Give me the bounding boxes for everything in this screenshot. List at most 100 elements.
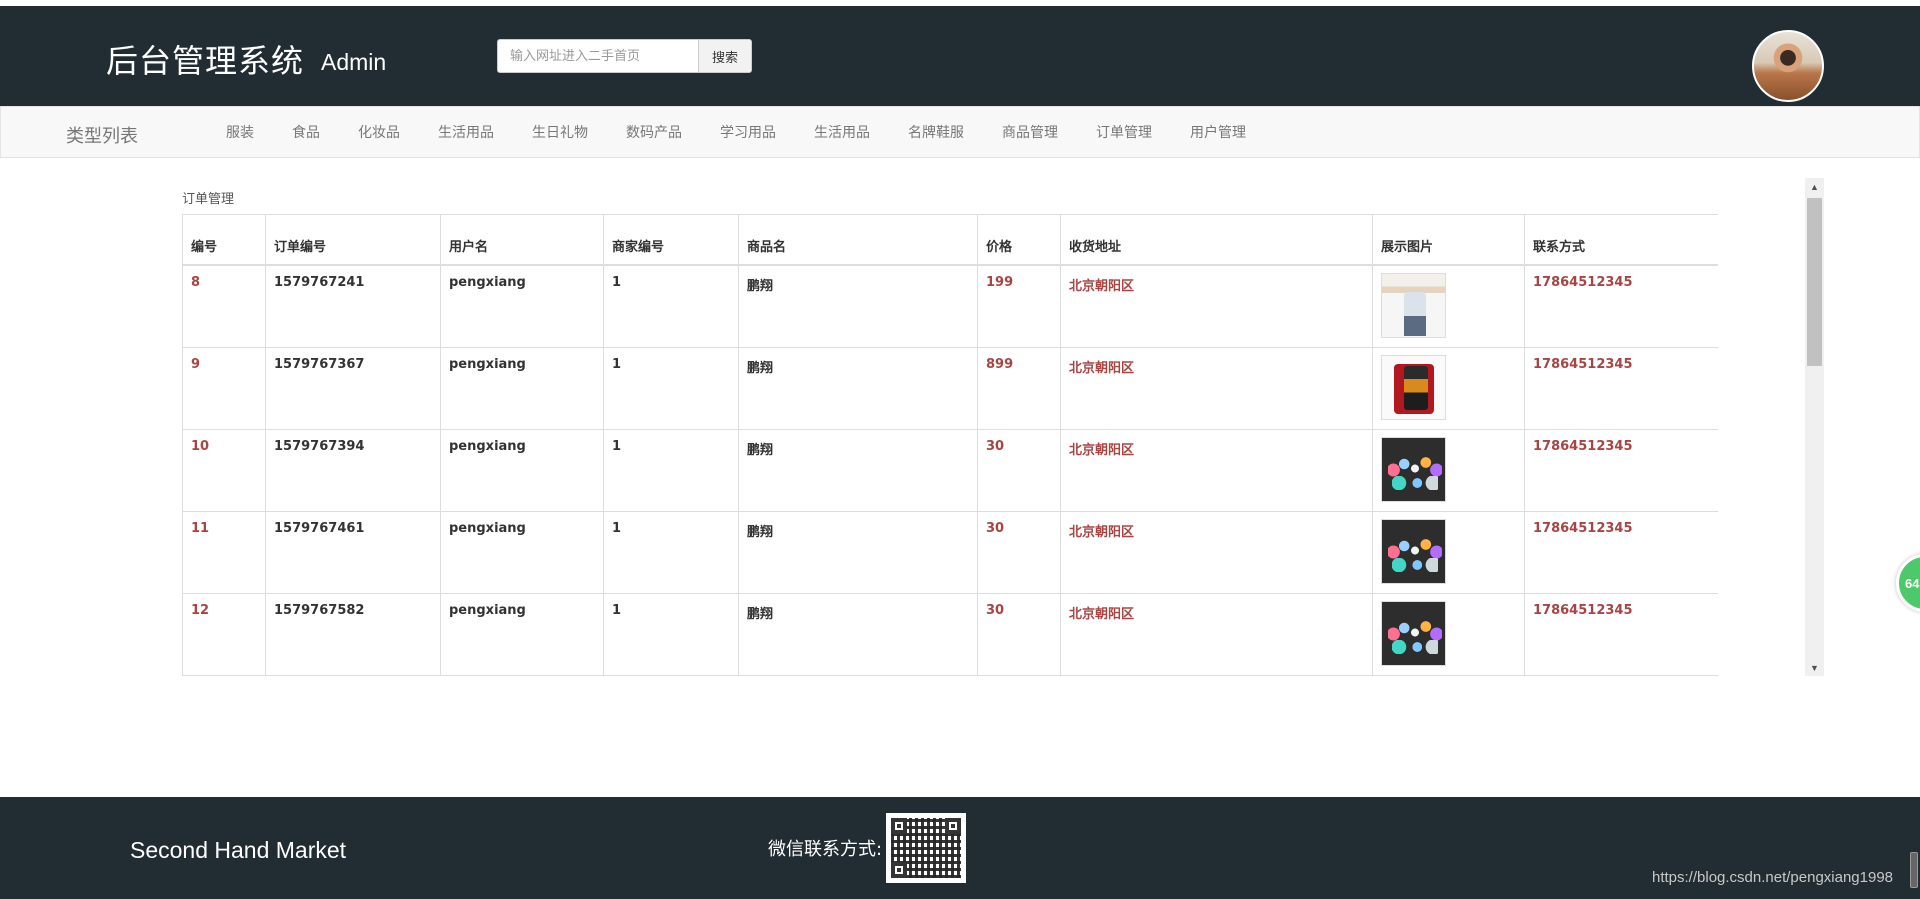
orders-table: 编号 订单编号 用户名 商家编号 商品名 价格 收货地址 展示图片 联系方式 8… bbox=[182, 214, 1718, 676]
column-header: 收货地址 bbox=[1060, 214, 1373, 266]
nav-item-daily-goods-2[interactable]: 生活用品 bbox=[795, 122, 889, 142]
site-subtitle: Admin bbox=[321, 49, 387, 75]
cell-address: 北京朝阳区 bbox=[1060, 264, 1373, 348]
nav-item-product-management[interactable]: 商品管理 bbox=[983, 122, 1077, 142]
cell-username: pengxiang bbox=[440, 592, 604, 676]
nav-item-daily-goods[interactable]: 生活用品 bbox=[419, 122, 513, 142]
cell-merchant-no: 1 bbox=[603, 510, 739, 594]
cell-contact: 17864512345 bbox=[1524, 346, 1718, 430]
search-button[interactable]: 搜索 bbox=[698, 40, 751, 72]
cell-contact: 17864512345 bbox=[1524, 510, 1718, 594]
cell-merchant-no: 1 bbox=[603, 592, 739, 676]
category-nav: 类型列表 服装 食品 化妆品 生活用品 生日礼物 数码产品 学习用品 生活用品 … bbox=[0, 106, 1920, 158]
column-header: 订单编号 bbox=[265, 214, 441, 266]
table-header-row: 编号 订单编号 用户名 商家编号 商品名 价格 收货地址 展示图片 联系方式 bbox=[182, 214, 1718, 266]
cell-image bbox=[1372, 510, 1525, 594]
table-row: 8 1579767241 pengxiang 1 鹏翔 199 北京朝阳区 17… bbox=[182, 264, 1718, 348]
cell-merchant-no: 1 bbox=[603, 428, 739, 512]
cell-address: 北京朝阳区 bbox=[1060, 510, 1373, 594]
nav-item-user-management[interactable]: 用户管理 bbox=[1171, 122, 1265, 142]
wechat-qr-code bbox=[886, 813, 966, 883]
column-header: 展示图片 bbox=[1372, 214, 1525, 266]
cell-image bbox=[1372, 592, 1525, 676]
footer-brand: Second Hand Market bbox=[130, 837, 347, 863]
cell-image bbox=[1372, 264, 1525, 348]
top-header: 后台管理系统 Admin 搜索 bbox=[0, 6, 1920, 106]
nav-item-digital[interactable]: 数码产品 bbox=[607, 122, 701, 142]
cell-price: 30 bbox=[977, 510, 1061, 594]
cell-id: 11 bbox=[182, 510, 266, 594]
column-header: 价格 bbox=[977, 214, 1061, 266]
nav-item-food[interactable]: 食品 bbox=[273, 122, 339, 142]
cell-address: 北京朝阳区 bbox=[1060, 428, 1373, 512]
cell-username: pengxiang bbox=[440, 510, 604, 594]
wechat-label: 微信联系方式: bbox=[768, 839, 883, 860]
table-row: 11 1579767461 pengxiang 1 鹏翔 30 北京朝阳区 17… bbox=[182, 510, 1718, 594]
cell-price: 899 bbox=[977, 346, 1061, 430]
column-header: 商品名 bbox=[738, 214, 978, 266]
column-header: 用户名 bbox=[440, 214, 604, 266]
cell-order-no: 1579767582 bbox=[265, 592, 441, 676]
product-image bbox=[1381, 600, 1446, 666]
product-image bbox=[1381, 436, 1446, 502]
cell-product: 鹏翔 bbox=[738, 428, 978, 512]
cell-price: 30 bbox=[977, 592, 1061, 676]
cell-product: 鹏翔 bbox=[738, 592, 978, 676]
cell-id: 9 bbox=[182, 346, 266, 430]
table-row: 12 1579767582 pengxiang 1 鹏翔 30 北京朝阳区 17… bbox=[182, 592, 1718, 676]
floating-badge[interactable]: 64 bbox=[1896, 554, 1920, 612]
resize-handle[interactable] bbox=[1910, 852, 1918, 888]
cell-username: pengxiang bbox=[440, 264, 604, 348]
nav-item-cosmetics[interactable]: 化妆品 bbox=[339, 122, 419, 142]
product-image bbox=[1381, 272, 1446, 338]
cell-merchant-no: 1 bbox=[603, 264, 739, 348]
cell-order-no: 1579767394 bbox=[265, 428, 441, 512]
column-header: 商家编号 bbox=[603, 214, 739, 266]
cell-address: 北京朝阳区 bbox=[1060, 592, 1373, 676]
section-title: 订单管理 bbox=[182, 192, 235, 207]
cell-product: 鹏翔 bbox=[738, 510, 978, 594]
column-header: 联系方式 bbox=[1524, 214, 1718, 266]
nav-item-order-management[interactable]: 订单管理 bbox=[1077, 122, 1171, 142]
orders-table-scroll-area[interactable]: 编号 订单编号 用户名 商家编号 商品名 价格 收货地址 展示图片 联系方式 8… bbox=[182, 214, 1718, 676]
scroll-up-arrow-icon[interactable]: ▲ bbox=[1805, 178, 1824, 195]
cell-price: 30 bbox=[977, 428, 1061, 512]
cell-price: 199 bbox=[977, 264, 1061, 348]
footer: Second Hand Market 微信联系方式: bbox=[0, 797, 1920, 899]
cell-username: pengxiang bbox=[440, 346, 604, 430]
cell-id: 10 bbox=[182, 428, 266, 512]
nav-item-birthday-gifts[interactable]: 生日礼物 bbox=[513, 122, 607, 142]
qr-finder-icon bbox=[891, 818, 907, 834]
nav-item-clothing[interactable]: 服装 bbox=[207, 122, 273, 142]
scrollbar-thumb[interactable] bbox=[1807, 198, 1822, 366]
cell-order-no: 1579767241 bbox=[265, 264, 441, 348]
qr-finder-icon bbox=[891, 862, 907, 878]
cell-image bbox=[1372, 428, 1525, 512]
nav-item-brand-apparel[interactable]: 名牌鞋服 bbox=[889, 122, 983, 142]
table-row: 9 1579767367 pengxiang 1 鹏翔 899 北京朝阳区 17… bbox=[182, 346, 1718, 430]
cell-order-no: 1579767367 bbox=[265, 346, 441, 430]
scroll-down-arrow-icon[interactable]: ▼ bbox=[1805, 659, 1824, 676]
cell-address: 北京朝阳区 bbox=[1060, 346, 1373, 430]
cell-id: 8 bbox=[182, 264, 266, 348]
watermark: https://blog.csdn.net/pengxiang1998 bbox=[1652, 869, 1894, 886]
nav-item-study-supplies[interactable]: 学习用品 bbox=[701, 122, 795, 142]
cell-product: 鹏翔 bbox=[738, 346, 978, 430]
nav-items: 服装 食品 化妆品 生活用品 生日礼物 数码产品 学习用品 生活用品 名牌鞋服 … bbox=[207, 107, 1265, 157]
site-title[interactable]: 后台管理系统 bbox=[106, 36, 304, 82]
table-scrollbar[interactable]: ▲ ▼ bbox=[1805, 178, 1824, 676]
product-image bbox=[1381, 518, 1446, 584]
cell-contact: 17864512345 bbox=[1524, 264, 1718, 348]
column-header: 编号 bbox=[182, 214, 266, 266]
cell-contact: 17864512345 bbox=[1524, 592, 1718, 676]
table-row bbox=[182, 674, 1718, 676]
cell-product: 鹏翔 bbox=[738, 264, 978, 348]
search-input[interactable] bbox=[498, 40, 698, 72]
avatar[interactable] bbox=[1752, 30, 1824, 102]
cell-username: pengxiang bbox=[440, 428, 604, 512]
nav-title[interactable]: 类型列表 bbox=[66, 122, 138, 148]
qr-finder-icon bbox=[945, 818, 961, 834]
search-form: 搜索 bbox=[497, 39, 752, 73]
table-row: 10 1579767394 pengxiang 1 鹏翔 30 北京朝阳区 17… bbox=[182, 428, 1718, 512]
product-image bbox=[1381, 354, 1446, 420]
